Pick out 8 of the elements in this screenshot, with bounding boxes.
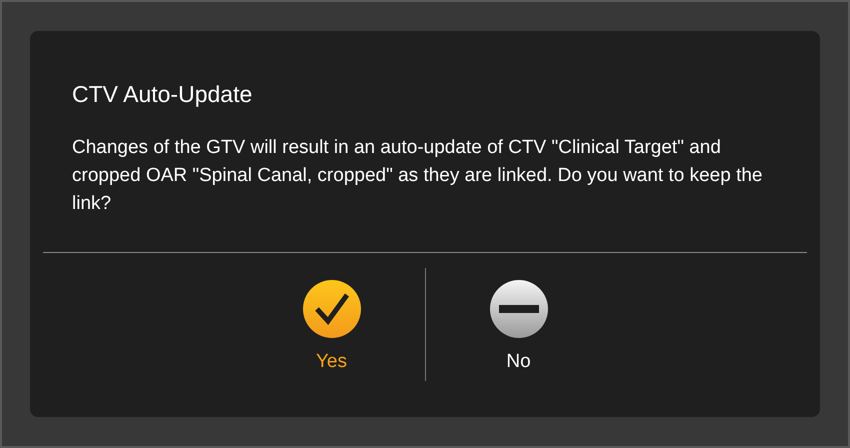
button-label: Yes bbox=[316, 350, 347, 374]
dialog-message: Changes of the GTV will result in an auto-update of CTV "Clinical Target" and cropped OAR "Spinal Canal, cropped" as they are linked. Do you want to keep the link? bbox=[72, 136, 764, 216]
dialog-title: CTV Auto-Update bbox=[72, 80, 254, 109]
dialog-button[interactable]: Yes bbox=[286, 268, 376, 380]
button-label: No bbox=[506, 350, 531, 374]
checkmark-icon bbox=[302, 280, 360, 338]
dialog-button[interactable]: No bbox=[474, 268, 564, 380]
minus-circle-icon bbox=[490, 280, 548, 338]
